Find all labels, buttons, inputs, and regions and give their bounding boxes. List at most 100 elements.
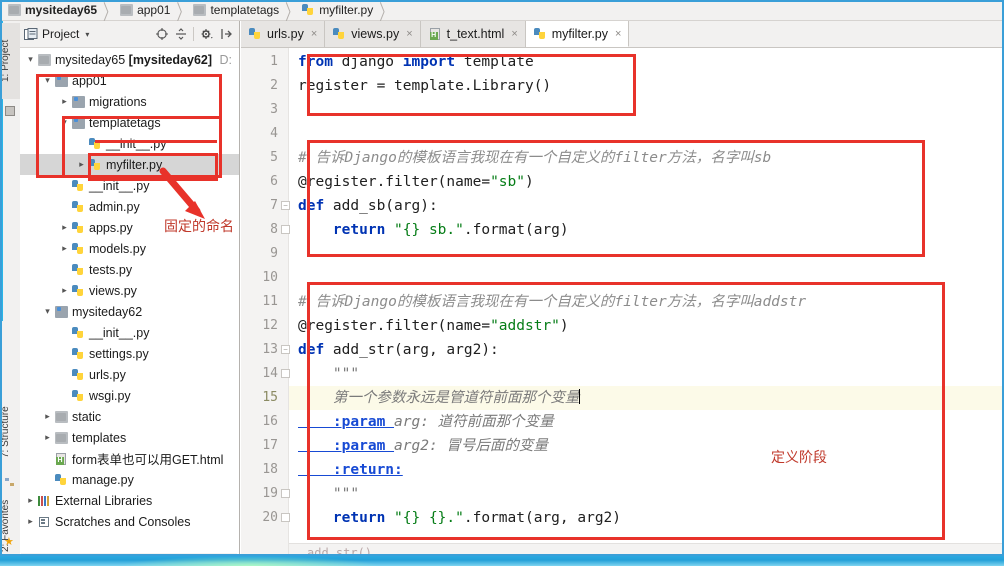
tree-item-models-py[interactable]: ▸ models.py: [20, 238, 239, 259]
chevron-right-icon[interactable]: ▸: [58, 222, 71, 233]
tree-item-mysiteday65[interactable]: ▾ mysiteday65 [mysiteday62] D:: [20, 49, 239, 70]
breadcrumb-item-mysiteday65[interactable]: mysiteday65: [6, 0, 100, 21]
star-icon: ★: [4, 536, 14, 548]
tree-item-app01[interactable]: ▾ app01: [20, 70, 239, 91]
close-icon[interactable]: ×: [406, 28, 412, 40]
code-line[interactable]: :param arg: 道符前面那个变量: [298, 410, 554, 434]
tool-window-button-structure[interactable]: 7: Structure: [0, 391, 20, 473]
line-number: 20: [262, 510, 278, 525]
tree-item-templatetags[interactable]: ▾ templatetags: [20, 112, 239, 133]
code-line[interactable]: register = template.Library(): [298, 74, 551, 98]
breadcrumb-item-app01[interactable]: app01: [118, 0, 173, 21]
tree-item-label: __init__.py: [106, 136, 167, 151]
tree-item-__init__-py[interactable]: __init__.py: [20, 322, 239, 343]
line-number: 3: [270, 102, 278, 117]
code-line[interactable]: @register.filter(name="sb"): [298, 170, 534, 194]
breadcrumb-item-myfilter-py[interactable]: myfilter.py: [300, 0, 376, 21]
tree-item-__init__-py[interactable]: __init__.py: [20, 175, 239, 196]
html-file-icon: [429, 28, 442, 40]
tree-item-urls-py[interactable]: urls.py: [20, 364, 239, 385]
code-line[interactable]: """: [298, 362, 359, 386]
line-number: 1: [270, 54, 278, 69]
code-token: ): [559, 318, 569, 334]
breadcrumb-item-templatetags[interactable]: templatetags: [191, 0, 282, 21]
python-file-icon: [302, 4, 315, 16]
tree-item-tests-py[interactable]: tests.py: [20, 259, 239, 280]
chevron-right-icon[interactable]: ▸: [24, 516, 37, 527]
project-panel-title: Project: [42, 27, 80, 41]
code-line[interactable]: @register.filter(name="addstr"): [298, 314, 569, 338]
project-tree[interactable]: ▾ mysiteday65 [mysiteday62] D: ▾ app01 ▸ migr…: [20, 49, 239, 554]
python-file-icon: [249, 28, 262, 40]
code-line[interactable]: # 告诉Django的模板语言我现在有一个自定义的filter方法，名字叫sb: [298, 146, 771, 170]
editor-gutter[interactable]: 1 2 3 4 5 6 7 8 9 10 11 12 13 14 15 16 17 18 19 20− −: [241, 48, 290, 566]
tree-item-manage-py[interactable]: manage.py: [20, 469, 239, 490]
tool-window-button-project[interactable]: 1: Project: [0, 23, 20, 99]
close-icon[interactable]: ×: [511, 28, 517, 40]
tree-item-static[interactable]: ▸ static: [20, 406, 239, 427]
gear-icon[interactable]: [199, 27, 214, 42]
code-line[interactable]: # 告诉Django的模板语言我现在有一个自定义的filter方法，名字叫add…: [298, 290, 806, 314]
tree-item-views-py[interactable]: ▸ views.py: [20, 280, 239, 301]
tree-item-external-libraries[interactable]: ▸ External Libraries: [20, 490, 239, 511]
target-icon[interactable]: [154, 27, 169, 42]
chevron-down-icon[interactable]: ▾: [24, 54, 37, 65]
code-token: import: [402, 54, 464, 70]
chevron-down-icon[interactable]: ▾: [58, 117, 71, 128]
code-line[interactable]: from django import template: [298, 50, 534, 74]
tree-item-migrations[interactable]: ▸ migrations: [20, 91, 239, 112]
tree-item-mysiteday62[interactable]: ▾ mysiteday62: [20, 301, 239, 322]
tree-item-wsgi-py[interactable]: wsgi.py: [20, 385, 239, 406]
chevron-right-icon[interactable]: ▸: [41, 411, 54, 422]
tree-item-scratches-and-consoles[interactable]: ▸ Scratches and Consoles: [20, 511, 239, 532]
editor-tab-urls-py[interactable]: urls.py ×: [241, 21, 326, 47]
tool-window-button-favorites[interactable]: 2: Favorites: [0, 486, 20, 566]
code-line[interactable]: def add_str(arg, arg2):: [298, 338, 499, 362]
editor-tab-myfilter-py[interactable]: myfilter.py ×: [525, 21, 630, 47]
editor-tab-label: t_text.html: [446, 27, 505, 41]
code-line[interactable]: :return:: [298, 458, 403, 482]
code-line[interactable]: """: [298, 482, 359, 506]
code-token: @register.filter(name=: [298, 174, 491, 190]
chevron-down-icon[interactable]: ▾: [85, 30, 89, 39]
chevron-right-icon[interactable]: ▸: [75, 159, 88, 170]
chevron-right-icon[interactable]: ▸: [58, 243, 71, 254]
editor-tab-t-text-html[interactable]: t_text.html ×: [420, 21, 526, 47]
chevron-down-icon[interactable]: ▾: [41, 75, 54, 86]
chevron-right-icon[interactable]: ▸: [58, 285, 71, 296]
code-line[interactable]: 第一个参数永远是管道符前面那个变量: [298, 386, 581, 410]
line-number: 5: [270, 150, 278, 165]
collapse-all-icon[interactable]: [173, 27, 188, 42]
folder-icon: [55, 431, 68, 444]
code-line[interactable]: return "{} sb.".format(arg): [298, 218, 569, 242]
close-icon[interactable]: ×: [311, 28, 317, 40]
close-icon[interactable]: ×: [615, 28, 621, 40]
tree-item-myfilter-py[interactable]: ▸ myfilter.py: [20, 154, 239, 175]
tree-item-label: __init__.py: [89, 325, 150, 340]
code-line[interactable]: return "{} {}.".format(arg, arg2): [298, 506, 621, 530]
tree-item-label: settings.py: [89, 346, 149, 361]
python-file-icon: [72, 179, 85, 192]
tree-item-admin-py[interactable]: admin.py: [20, 196, 239, 217]
tree-item-settings-py[interactable]: settings.py: [20, 343, 239, 364]
tree-item-label: app01: [72, 73, 107, 88]
tree-item-apps-py[interactable]: ▸ apps.py: [20, 217, 239, 238]
chevron-right-icon[interactable]: ▸: [41, 432, 54, 443]
chevron-down-icon[interactable]: ▾: [41, 306, 54, 317]
tree-item-form------get-html[interactable]: form表单也可以用GET.html: [20, 448, 239, 469]
code-line[interactable]: :param arg2: 冒号后面的变量: [298, 434, 548, 458]
code-token: :param: [298, 438, 395, 454]
hide-panel-icon[interactable]: [218, 27, 233, 42]
tree-item-templates[interactable]: ▸ templates: [20, 427, 239, 448]
code-line[interactable]: def add_sb(arg):: [298, 194, 438, 218]
editor-code-area[interactable]: from django import template register = te…: [289, 48, 1004, 566]
tree-item-__init__-py[interactable]: __init__.py: [20, 133, 239, 154]
code-token: :return:: [298, 462, 403, 478]
chevron-right-icon[interactable]: ▸: [58, 96, 71, 107]
line-number: 14: [262, 366, 278, 381]
left-tool-strip: 1: Project 7: Structure 2: Favorites ★: [0, 21, 21, 566]
code-token: arg: 道符前面那个变量: [394, 414, 554, 430]
python-file-icon: [72, 200, 85, 213]
editor-tab-views-py[interactable]: views.py ×: [325, 21, 421, 47]
chevron-right-icon[interactable]: ▸: [24, 495, 37, 506]
